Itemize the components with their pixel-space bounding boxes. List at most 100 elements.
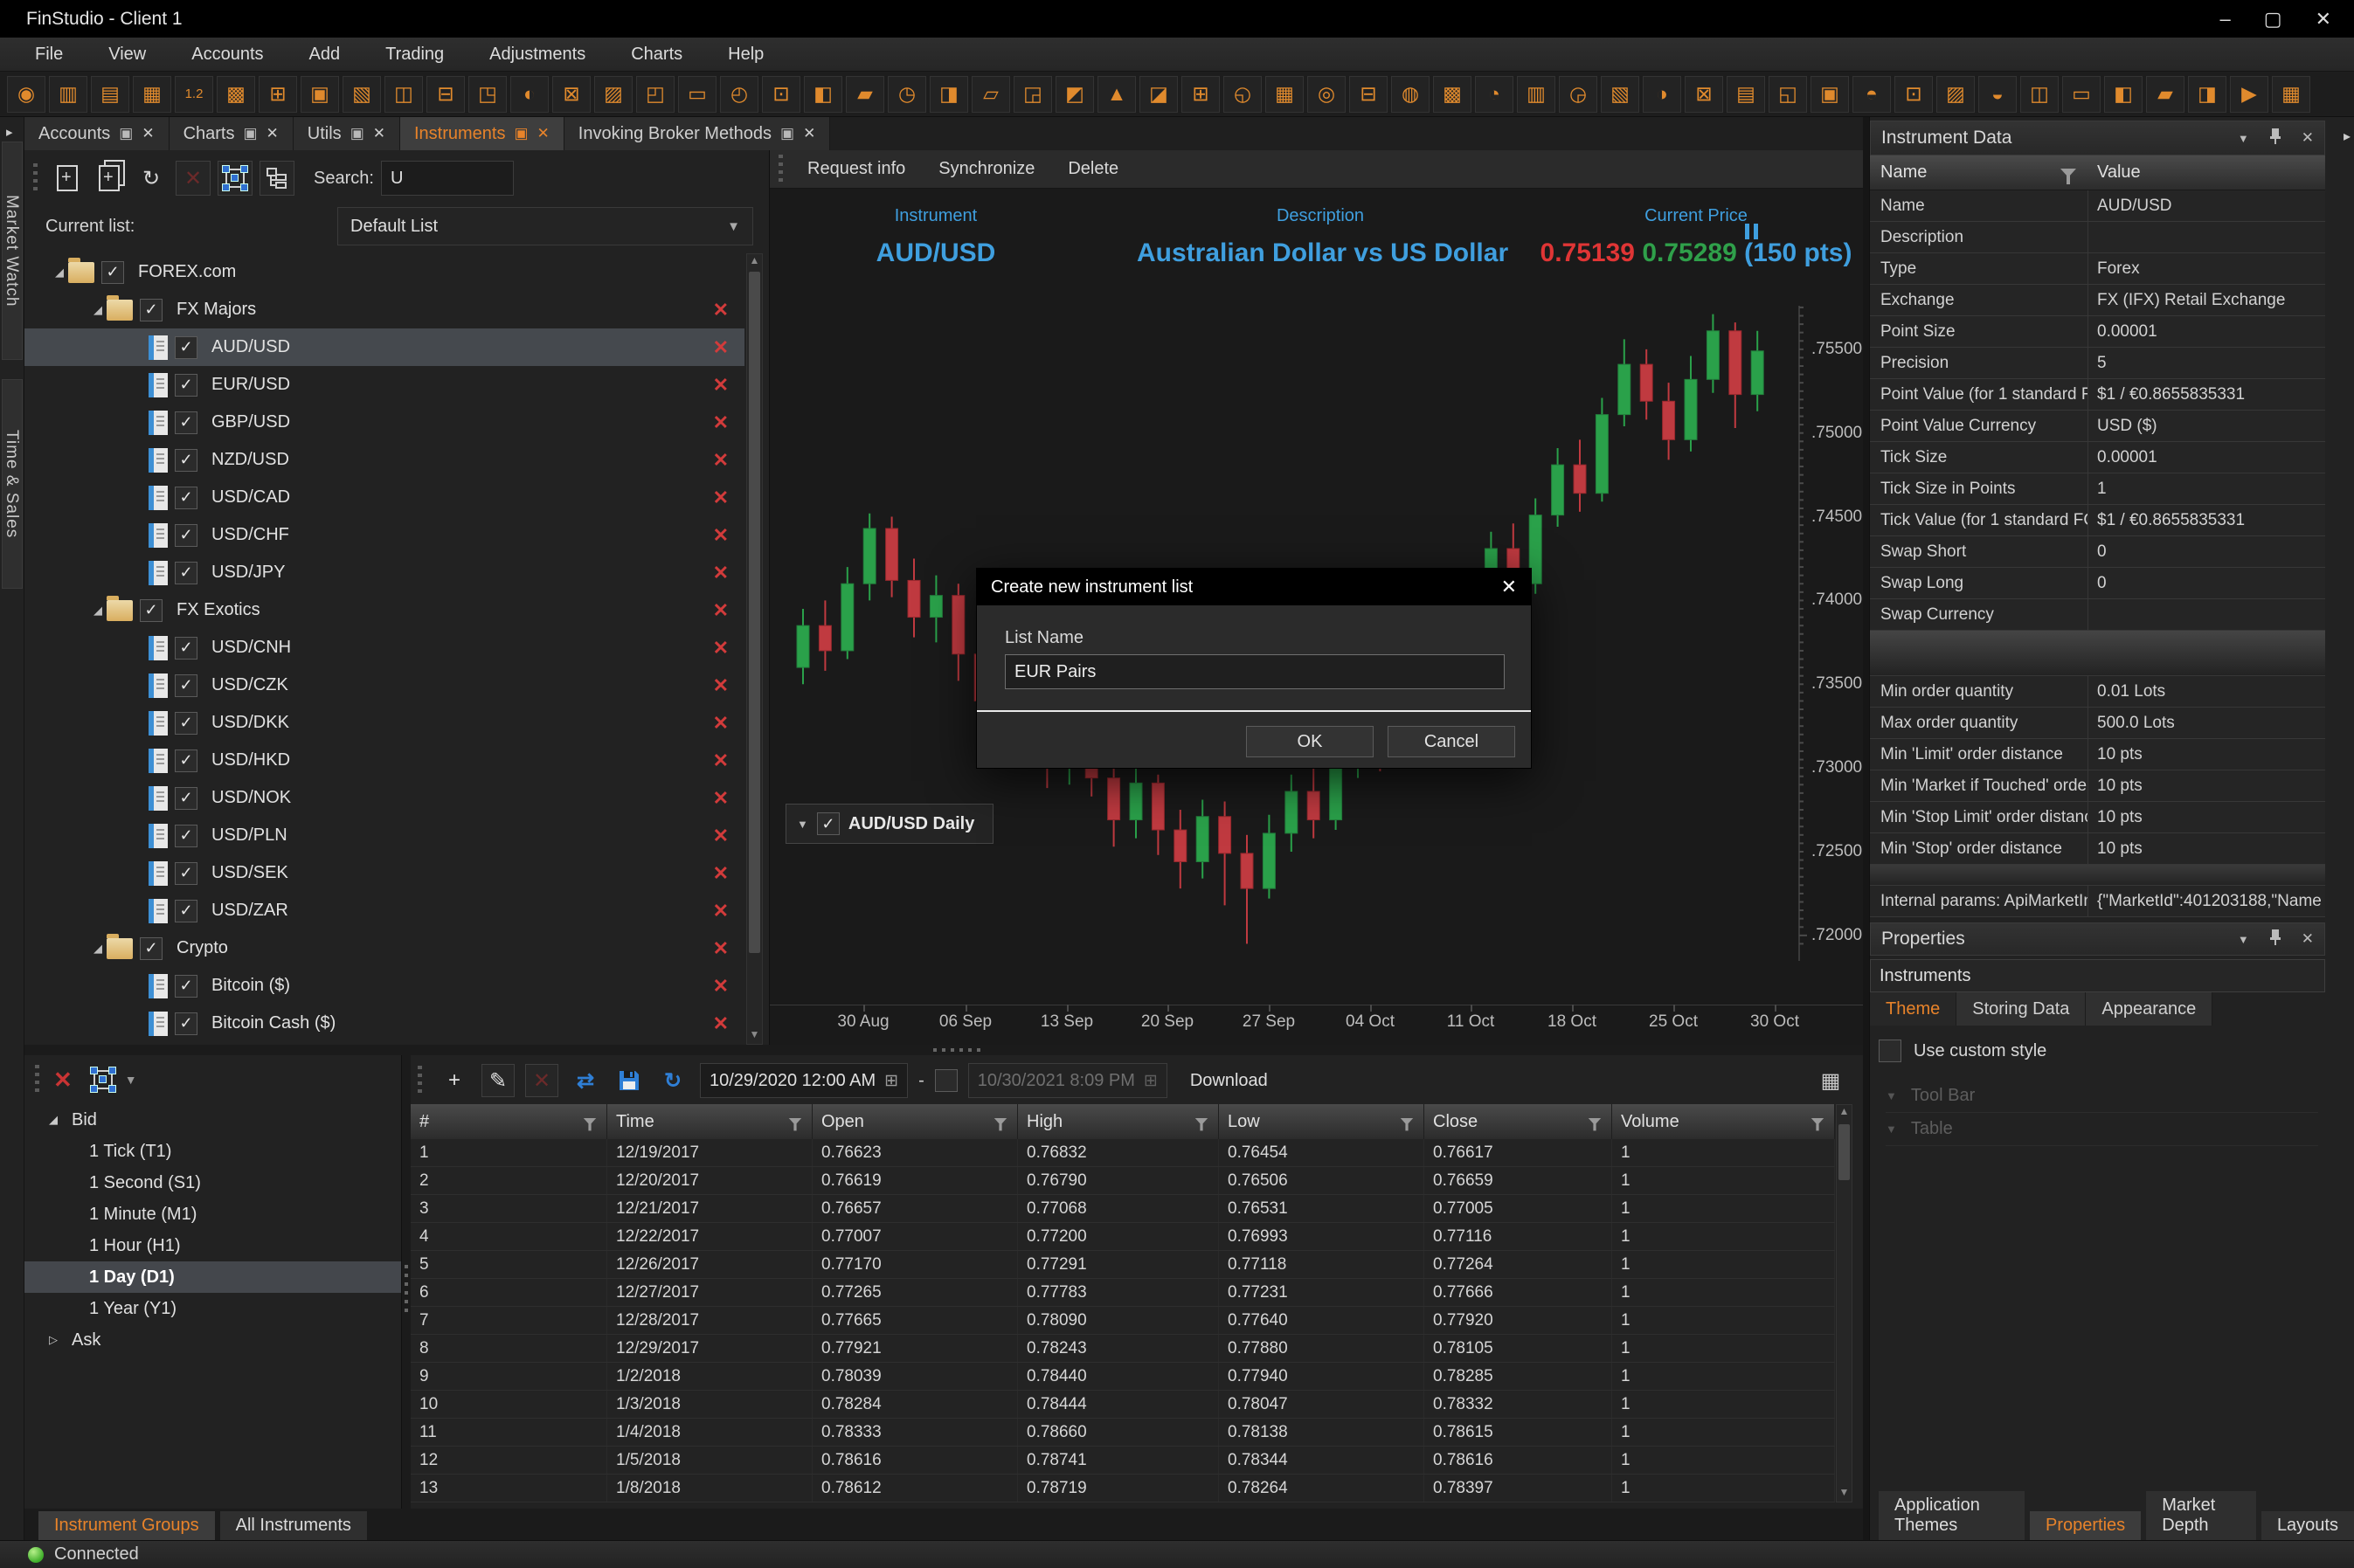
expander-icon[interactable]: ◢ xyxy=(89,604,107,618)
remove-icon[interactable]: ✕ xyxy=(713,712,729,735)
date-to-field-disabled[interactable]: 10/30/2021 8:09 PM ⊞ xyxy=(968,1063,1167,1098)
tab-instrument-groups[interactable]: Instrument Groups xyxy=(38,1511,215,1540)
toolbar-icon-54[interactable]: ▶ xyxy=(2230,76,2268,113)
tree-instrument-usd-cnh[interactable]: ✓USD/CNH✕ xyxy=(24,629,744,667)
tree-instrument-usd-dkk[interactable]: ✓USD/DKK✕ xyxy=(24,704,744,742)
section-tool-bar[interactable]: ▼Tool Bar xyxy=(1886,1080,2318,1113)
current-list-dropdown[interactable]: Default List ▼ xyxy=(337,207,753,245)
tree-folder-fx-majors[interactable]: ◢✓FX Majors✕ xyxy=(24,291,744,328)
table-row[interactable]: 112/19/20170.766230.768320.764540.766171 xyxy=(411,1139,1835,1167)
toolbar-icon-31[interactable]: ▦ xyxy=(1265,76,1304,113)
toolbar-icon-1[interactable]: ◉ xyxy=(7,76,45,113)
properties-tab-storing-data[interactable]: Storing Data xyxy=(1956,992,2086,1026)
tree-checkbox[interactable]: ✓ xyxy=(140,937,163,960)
column-header-high[interactable]: High xyxy=(1018,1104,1219,1139)
tree-folder-crypto[interactable]: ◢✓Crypto✕ xyxy=(24,929,744,967)
expander-icon[interactable]: ◢ xyxy=(49,1113,72,1127)
remove-icon[interactable]: ✕ xyxy=(713,674,729,697)
filter-icon[interactable] xyxy=(789,1118,801,1125)
pause-icon[interactable] xyxy=(1745,224,1758,239)
minimize-icon[interactable]: – xyxy=(2220,8,2231,31)
duplicate-list-icon[interactable] xyxy=(92,161,127,196)
remove-icon[interactable]: ✕ xyxy=(713,1012,729,1035)
toolbar-icon-21[interactable]: ▰ xyxy=(846,76,884,113)
column-header-time[interactable]: Time xyxy=(607,1104,813,1139)
tree-instrument-usd-zar[interactable]: ✓USD/ZAR✕ xyxy=(24,892,744,929)
toolbar-icon-50[interactable]: ▭ xyxy=(2062,76,2101,113)
instrument-data-row[interactable]: Max order quantity500.0 Lots xyxy=(1870,708,2325,739)
close-icon[interactable]: ✕ xyxy=(2302,930,2314,948)
table-row[interactable]: 111/4/20180.783330.786600.781380.786151 xyxy=(411,1419,1835,1447)
drag-grip-icon[interactable] xyxy=(418,1066,422,1095)
toolbar-icon-3[interactable]: ▤ xyxy=(91,76,129,113)
toolbar-icon-7[interactable]: ⊞ xyxy=(259,76,297,113)
close-icon[interactable]: ✕ xyxy=(1501,576,1517,598)
instrument-data-row[interactable]: Point Value CurrencyUSD ($) xyxy=(1870,411,2325,442)
toolbar-icon-13[interactable]: ◐ xyxy=(510,76,549,113)
menu-item-charts[interactable]: Charts xyxy=(610,39,703,70)
pin-icon[interactable] xyxy=(2268,929,2282,950)
tree-instrument-nzd-usd[interactable]: ✓NZD/USD✕ xyxy=(24,441,744,479)
tree-checkbox[interactable]: ✓ xyxy=(175,749,197,772)
toolbar-icon-35[interactable]: ▩ xyxy=(1433,76,1471,113)
filter-icon[interactable] xyxy=(1195,1118,1208,1125)
remove-icon[interactable]: ✕ xyxy=(713,487,729,509)
toolbar-icon-51[interactable]: ◧ xyxy=(2104,76,2143,113)
tree-checkbox[interactable]: ✓ xyxy=(140,599,163,622)
toolbar-icon-26[interactable]: ◩ xyxy=(1056,76,1094,113)
horizontal-splitter[interactable] xyxy=(24,1045,1863,1055)
toolbar-icon-10[interactable]: ◫ xyxy=(384,76,423,113)
new-list-icon[interactable] xyxy=(50,161,85,196)
toolbar-icon-28[interactable]: ◪ xyxy=(1139,76,1178,113)
toolbar-icon-24[interactable]: ▱ xyxy=(972,76,1010,113)
tree-checkbox[interactable]: ✓ xyxy=(175,487,197,509)
toolbar-icon-37[interactable]: ▥ xyxy=(1517,76,1555,113)
tab-utils[interactable]: Utils▣✕ xyxy=(294,117,400,150)
instrument-data-row[interactable]: Point Value (for 1 standard FO$1 / €0.86… xyxy=(1870,379,2325,411)
toolbar-icon-11[interactable]: ⊟ xyxy=(426,76,465,113)
column-header-open[interactable]: Open xyxy=(813,1104,1018,1139)
tree-instrument-usd-hkd[interactable]: ✓USD/HKD✕ xyxy=(24,742,744,779)
column-header--[interactable]: # xyxy=(411,1104,607,1139)
tree-instrument-usd-chf[interactable]: ✓USD/CHF✕ xyxy=(24,516,744,554)
drag-grip-icon[interactable] xyxy=(35,1065,39,1095)
menu-item-help[interactable]: Help xyxy=(707,39,785,70)
table-row[interactable]: 612/27/20170.772650.777830.772310.776661 xyxy=(411,1279,1835,1307)
toolbar-icon-44[interactable]: ▣ xyxy=(1811,76,1849,113)
remove-icon[interactable]: ✕ xyxy=(713,937,729,960)
table-row[interactable]: 712/28/20170.776650.780900.776400.779201 xyxy=(411,1307,1835,1335)
remove-icon[interactable]: ✕ xyxy=(713,524,729,547)
instrument-data-row[interactable]: Swap Short0 xyxy=(1870,536,2325,568)
remove-icon[interactable]: ✕ xyxy=(713,787,729,810)
chevron-down-icon[interactable]: ▼ xyxy=(125,1073,137,1087)
remove-icon[interactable]: ✕ xyxy=(713,562,729,584)
remove-icon[interactable]: ✕ xyxy=(713,411,729,434)
filter-icon[interactable] xyxy=(1589,1118,1601,1125)
chevron-down-icon[interactable]: ▼ xyxy=(2238,132,2249,145)
table-row[interactable]: 512/26/20170.771700.772910.771180.772641 xyxy=(411,1251,1835,1279)
timeframe-1-year-y1-[interactable]: 1 Year (Y1) xyxy=(24,1293,401,1324)
instrument-data-row[interactable]: Min 'Stop Limit' order distance10 pts xyxy=(1870,802,2325,833)
close-icon[interactable]: ✕ xyxy=(373,125,385,142)
delete-disabled-icon[interactable]: ✕ xyxy=(525,1064,558,1097)
instrument-data-row[interactable]: Min 'Market if Touched' order10 pts xyxy=(1870,770,2325,802)
tab-invoking-broker-methods[interactable]: Invoking Broker Methods▣✕ xyxy=(564,117,831,150)
toolbar-icon-45[interactable]: ◓ xyxy=(1852,76,1891,113)
tab-accounts[interactable]: Accounts▣✕ xyxy=(24,117,170,150)
table-row[interactable]: 101/3/20180.782840.784440.780470.783321 xyxy=(411,1391,1835,1419)
tree-instrument-usd-sek[interactable]: ✓USD/SEK✕ xyxy=(24,854,744,892)
delete-disabled-icon[interactable]: ✕ xyxy=(176,161,211,196)
tree-instrument-gbp-usd[interactable]: ✓GBP/USD✕ xyxy=(24,404,744,441)
expander-icon[interactable]: ◢ xyxy=(89,942,107,956)
tree-view-icon[interactable] xyxy=(260,161,294,196)
toolbar-icon-12[interactable]: ◳ xyxy=(468,76,507,113)
tree-instrument-usd-jpy[interactable]: ✓USD/JPY✕ xyxy=(24,554,744,591)
remove-icon[interactable]: ✕ xyxy=(713,374,729,397)
tab-instruments[interactable]: Instruments▣✕ xyxy=(400,117,564,150)
sync-icon[interactable]: ⇄ xyxy=(569,1064,602,1097)
list-name-input[interactable] xyxy=(1005,654,1505,689)
expander-icon[interactable]: ◢ xyxy=(51,266,68,280)
toolbar-icon-43[interactable]: ◱ xyxy=(1769,76,1807,113)
tree-instrument-bitcoin-[interactable]: ✓Bitcoin ($)✕ xyxy=(24,967,744,1005)
select-group-icon[interactable] xyxy=(90,1067,116,1093)
